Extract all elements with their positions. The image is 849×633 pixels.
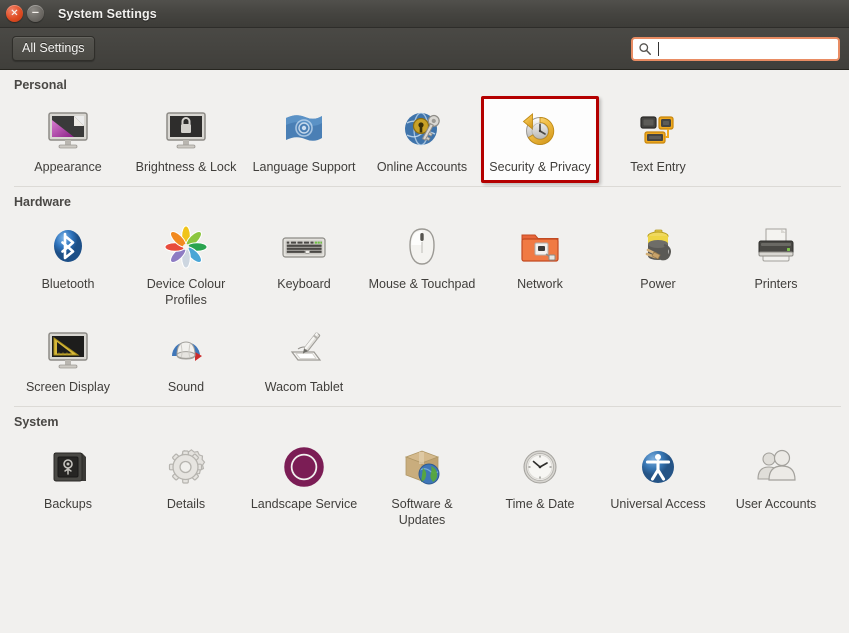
settings-tile-brightness-lock[interactable]: Brightness & Lock (127, 96, 245, 183)
settings-tile-label: Screen Display (26, 379, 110, 396)
settings-content: Personal (0, 70, 849, 633)
settings-tile-label: Network (517, 276, 563, 293)
grid-empty-cell (717, 316, 835, 403)
universal-access-icon (634, 443, 682, 491)
toolbar: All Settings (0, 28, 849, 70)
settings-tile-text-entry[interactable]: Text Entry (599, 96, 717, 183)
grid-personal: Appearance Brightness & Lock (0, 96, 849, 183)
search-icon (638, 42, 652, 56)
settings-tile-software-updates[interactable]: Software & Updates (363, 433, 481, 536)
minimize-icon: − (31, 8, 39, 18)
settings-tile-label: Wacom Tablet (265, 379, 344, 396)
grid-empty-cell (363, 316, 481, 403)
settings-tile-appearance[interactable]: Appearance (9, 96, 127, 183)
brightness-lock-icon (162, 106, 210, 154)
section-title-system: System (0, 407, 849, 433)
time-date-icon (516, 443, 564, 491)
settings-tile-label: Sound (168, 379, 204, 396)
keyboard-icon (280, 223, 328, 271)
security-privacy-icon (516, 106, 564, 154)
sound-icon (162, 326, 210, 374)
text-entry-icon (634, 106, 682, 154)
settings-tile-label: Details (167, 496, 205, 513)
settings-tile-network[interactable]: Network (481, 213, 599, 316)
grid-system: Backups (0, 433, 849, 536)
settings-tile-bluetooth[interactable]: Bluetooth (9, 213, 127, 316)
settings-tile-universal-access[interactable]: Universal Access (599, 433, 717, 536)
settings-tile-label: User Accounts (736, 496, 817, 513)
settings-tile-mouse-touchpad[interactable]: Mouse & Touchpad (363, 213, 481, 316)
close-icon: × (10, 8, 18, 18)
settings-tile-label: Mouse & Touchpad (369, 276, 476, 293)
settings-tile-label: Software & Updates (368, 496, 476, 529)
settings-tile-user-accounts[interactable]: User Accounts (717, 433, 835, 536)
settings-tile-keyboard[interactable]: Keyboard (245, 213, 363, 316)
grid-empty-cell (481, 316, 599, 403)
software-updates-icon (398, 443, 446, 491)
section-title-personal: Personal (0, 70, 849, 96)
section-hardware: Hardware Bluetooth (0, 187, 849, 403)
search-box[interactable] (631, 37, 840, 61)
section-personal: Personal (0, 70, 849, 183)
settings-tile-label: Printers (754, 276, 797, 293)
settings-tile-label: Universal Access (610, 496, 705, 513)
settings-tile-security-privacy[interactable]: Security & Privacy (481, 96, 599, 183)
wacom-tablet-icon (280, 326, 328, 374)
settings-tile-details[interactable]: Details (127, 433, 245, 536)
grid-hardware: Bluetooth (0, 213, 849, 403)
settings-tile-wacom-tablet[interactable]: Wacom Tablet (245, 316, 363, 403)
backups-icon (44, 443, 92, 491)
all-settings-button[interactable]: All Settings (12, 36, 95, 61)
settings-tile-power[interactable]: Power (599, 213, 717, 316)
settings-tile-online-accounts[interactable]: Online Accounts (363, 96, 481, 183)
grid-empty-cell (717, 96, 835, 183)
settings-tile-sound[interactable]: Sound (127, 316, 245, 403)
settings-tile-time-date[interactable]: Time & Date (481, 433, 599, 536)
settings-tile-label: Landscape Service (251, 496, 357, 513)
details-icon (162, 443, 210, 491)
language-support-icon (280, 106, 328, 154)
settings-tile-landscape-service[interactable]: Landscape Service (245, 433, 363, 536)
window-title: System Settings (58, 7, 157, 21)
user-accounts-icon (752, 443, 800, 491)
settings-tile-label: Text Entry (630, 159, 686, 176)
landscape-service-icon (280, 443, 328, 491)
settings-tile-backups[interactable]: Backups (9, 433, 127, 536)
settings-tile-screen-display[interactable]: Screen Display (9, 316, 127, 403)
settings-tile-label: Bluetooth (42, 276, 95, 293)
search-input[interactable] (659, 42, 833, 56)
network-icon (516, 223, 564, 271)
settings-tile-label: Security & Privacy (489, 159, 590, 176)
online-accounts-icon (398, 106, 446, 154)
settings-tile-device-colour-profiles[interactable]: Device Colour Profiles (127, 213, 245, 316)
settings-tile-label: Online Accounts (377, 159, 467, 176)
system-settings-window: × − System Settings All Settings Persona… (0, 0, 849, 633)
settings-tile-label: Appearance (34, 159, 101, 176)
minimize-button[interactable]: − (27, 5, 44, 22)
section-system: System Backups (0, 407, 849, 536)
title-bar: × − System Settings (0, 0, 849, 28)
settings-tile-printers[interactable]: Printers (717, 213, 835, 316)
settings-tile-label: Time & Date (505, 496, 574, 513)
settings-tile-label: Backups (44, 496, 92, 513)
section-title-hardware: Hardware (0, 187, 849, 213)
screen-display-icon (44, 326, 92, 374)
mouse-touchpad-icon (398, 223, 446, 271)
settings-tile-label: Power (640, 276, 675, 293)
bluetooth-icon (44, 223, 92, 271)
power-icon (634, 223, 682, 271)
settings-tile-label: Keyboard (277, 276, 331, 293)
settings-tile-label: Brightness & Lock (136, 159, 237, 176)
appearance-icon (44, 106, 92, 154)
device-colour-profiles-icon (162, 223, 210, 271)
printers-icon (752, 223, 800, 271)
grid-empty-cell (599, 316, 717, 403)
settings-tile-language-support[interactable]: Language Support (245, 96, 363, 183)
settings-tile-label: Language Support (253, 159, 356, 176)
settings-tile-label: Device Colour Profiles (132, 276, 240, 309)
close-button[interactable]: × (6, 5, 23, 22)
